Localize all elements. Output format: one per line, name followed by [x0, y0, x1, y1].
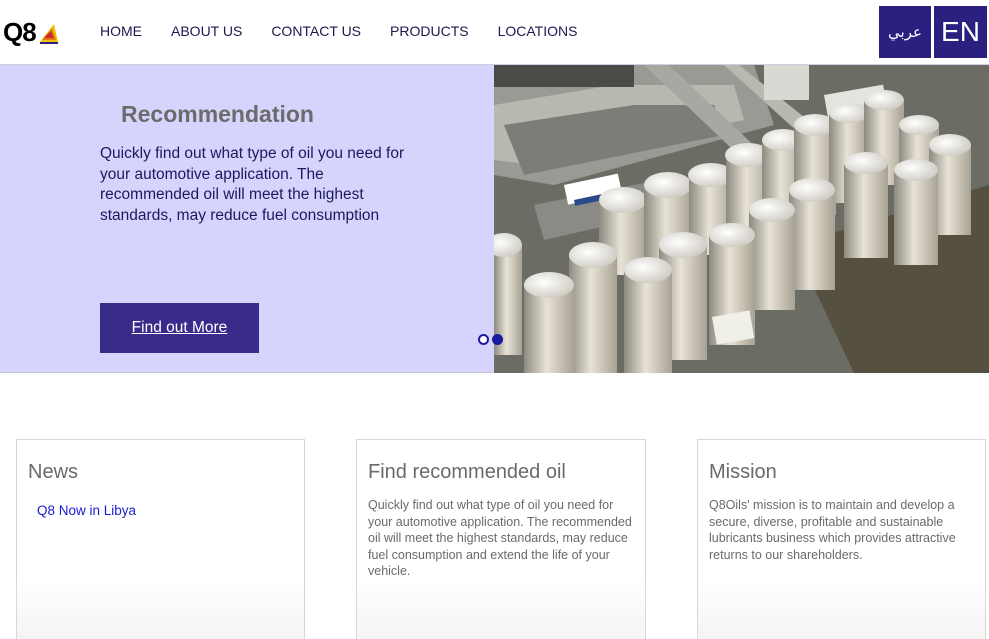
mission-text: Q8Oils' mission is to maintain and devel… — [709, 498, 956, 562]
mission-title: Mission — [709, 461, 777, 483]
hero-text: Quickly find out what type of oil you ne… — [100, 145, 405, 224]
news-title: News — [28, 461, 79, 483]
site-header: Q8 HOME ABOUT US CONTACT US PRODUCTS LOC… — [0, 0, 989, 64]
hero-slider: Recommendation Quickly find out what typ… — [0, 64, 989, 373]
q8-logo[interactable]: Q8 — [3, 18, 60, 46]
nav-contact-us[interactable]: CONTACT US — [271, 22, 361, 40]
main-nav: HOME ABOUT US CONTACT US PRODUCTS LOCATI… — [100, 22, 606, 40]
oil-storage-tanks-illustration — [494, 65, 989, 373]
sails-logo-icon — [39, 24, 58, 44]
recommended-oil-card[interactable]: Find recommended oil Quickly find out wh… — [356, 439, 646, 639]
slide-dot-1[interactable] — [478, 334, 489, 345]
news-item-link[interactable]: Q8 Now in Libya — [37, 503, 136, 518]
nav-home[interactable]: HOME — [100, 22, 142, 40]
slider-dots — [478, 334, 503, 345]
language-english-button[interactable]: EN — [934, 6, 987, 58]
nav-about-us[interactable]: ABOUT US — [171, 22, 242, 40]
hero-panel: Recommendation Quickly find out what typ… — [0, 65, 494, 373]
language-arabic-button[interactable]: عربي — [879, 6, 931, 58]
oil-storage-tanks-image — [494, 65, 989, 373]
hero-title: Recommendation — [121, 101, 314, 127]
nav-products[interactable]: PRODUCTS — [390, 22, 469, 40]
nav-locations[interactable]: LOCATIONS — [498, 22, 578, 40]
news-card: News Q8 Now in Libya — [16, 439, 305, 639]
find-out-more-button[interactable]: Find out More — [100, 303, 259, 353]
recommended-oil-text: Quickly find out what type of oil you ne… — [368, 498, 632, 578]
mission-card: Mission Q8Oils' mission is to maintain a… — [697, 439, 986, 639]
slide-dot-2[interactable] — [492, 334, 503, 345]
logo-text: Q8 — [3, 17, 37, 47]
recommended-oil-title: Find recommended oil — [368, 461, 566, 483]
